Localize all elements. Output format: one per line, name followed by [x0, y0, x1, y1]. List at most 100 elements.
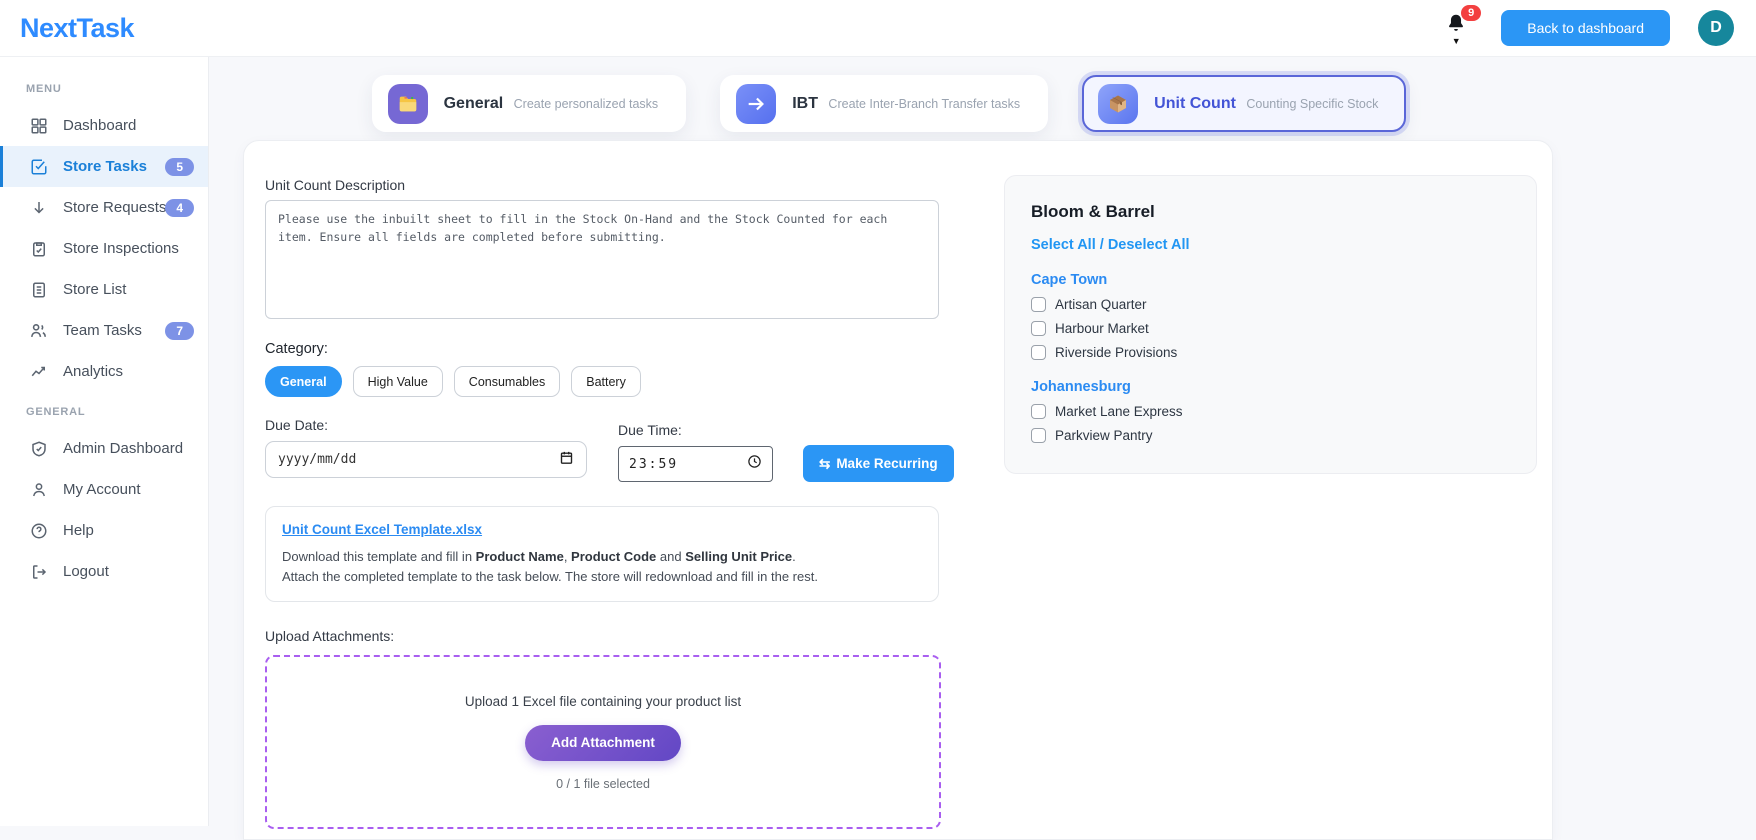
- tab-description: Create Inter-Branch Transfer tasks: [828, 96, 1021, 111]
- arrow-down-icon: [29, 198, 48, 217]
- sidebar-item-store-requests[interactable]: Store Requests 4: [0, 187, 208, 228]
- sidebar-item-dashboard[interactable]: Dashboard: [0, 105, 208, 146]
- due-date-value: yyyy/mm/dd: [278, 452, 357, 467]
- recurring-icon: ⇆: [819, 455, 831, 471]
- template-info-box: Unit Count Excel Template.xlsx Download …: [265, 506, 939, 603]
- category-battery-button[interactable]: Battery: [571, 366, 641, 397]
- store-row-parkview-pantry[interactable]: Parkview Pantry: [1031, 428, 1510, 443]
- upload-instruction: Upload 1 Excel file containing your prod…: [464, 693, 742, 709]
- description-textarea[interactable]: Please use the inbuilt sheet to fill in …: [265, 200, 939, 319]
- calendar-icon[interactable]: [559, 450, 574, 470]
- due-time-value: 23:59: [629, 456, 679, 472]
- sidebar-item-store-list[interactable]: Store List: [0, 269, 208, 310]
- checkbox-unchecked-icon[interactable]: [1031, 321, 1046, 336]
- team-tasks-badge: 7: [165, 321, 194, 340]
- unit-count-form-card: Unit Count Description Please use the in…: [243, 140, 1553, 840]
- category-high-value-button[interactable]: High Value: [352, 366, 443, 397]
- store-name: Market Lane Express: [1055, 404, 1183, 419]
- template-sep2: and: [656, 549, 686, 564]
- sidebar-menu-header: MENU: [26, 83, 62, 95]
- tab-general[interactable]: General Create personalized tasks: [371, 75, 687, 132]
- tab-unit-count[interactable]: Unit Count Counting Specific Stock: [1082, 75, 1407, 132]
- check-square-icon: [29, 157, 48, 176]
- store-requests-badge: 4: [165, 198, 194, 217]
- tab-ibt[interactable]: IBT Create Inter-Branch Transfer tasks: [720, 75, 1049, 132]
- clipboard-icon: [29, 239, 48, 258]
- logout-icon: [29, 562, 48, 581]
- template-bold-product-name: Product Name: [475, 549, 564, 564]
- shield-icon: [29, 439, 48, 458]
- make-recurring-button[interactable]: ⇆ Make Recurring: [803, 445, 954, 482]
- people-icon: [29, 321, 48, 340]
- store-row-market-lane-express[interactable]: Market Lane Express: [1031, 404, 1510, 419]
- sidebar-item-help[interactable]: Help: [0, 510, 208, 551]
- tab-label: General: [443, 94, 504, 112]
- app-logo: NextTask: [20, 12, 135, 43]
- chevron-down-icon: ▼: [1451, 36, 1461, 46]
- category-label: Category:: [265, 341, 328, 357]
- document-icon: [29, 280, 48, 299]
- sidebar: MENU Dashboard Store Tasks 5 Store Reque…: [0, 57, 209, 826]
- store-tasks-badge: 5: [165, 157, 194, 176]
- make-recurring-label: Make Recurring: [836, 456, 938, 471]
- due-time-input[interactable]: 23:59: [618, 446, 773, 482]
- sidebar-item-label: Store Inspections: [63, 240, 179, 257]
- store-row-riverside-provisions[interactable]: Riverside Provisions: [1031, 345, 1510, 360]
- sidebar-item-store-tasks[interactable]: Store Tasks 5: [0, 146, 208, 187]
- store-row-artisan-quarter[interactable]: Artisan Quarter: [1031, 297, 1510, 312]
- store-selector-column: Bloom & Barrel Select All / Deselect All…: [1004, 175, 1537, 839]
- store-row-harbour-market[interactable]: Harbour Market: [1031, 321, 1510, 336]
- checkbox-unchecked-icon[interactable]: [1031, 404, 1046, 419]
- sidebar-item-my-account[interactable]: My Account: [0, 469, 208, 510]
- back-to-dashboard-button[interactable]: Back to dashboard: [1501, 10, 1670, 46]
- sidebar-item-logout[interactable]: Logout: [0, 551, 208, 592]
- template-line2: Attach the completed template to the tas…: [282, 569, 818, 585]
- checkbox-unchecked-icon[interactable]: [1031, 345, 1046, 360]
- folder-icon: [387, 83, 428, 124]
- store-selector-panel: Bloom & Barrel Select All / Deselect All…: [1004, 175, 1537, 474]
- city-johannesburg: Johannesburg: [1031, 379, 1131, 395]
- template-line1-prefix: Download this template and fill in: [282, 549, 476, 564]
- tab-label: Unit Count: [1154, 94, 1236, 112]
- store-name: Harbour Market: [1055, 321, 1149, 336]
- due-date-label: Due Date:: [265, 417, 329, 433]
- due-row: Due Date: yyyy/mm/dd Due Time: 23:59 ⇆ M…: [265, 417, 960, 482]
- due-time-label: Due Time:: [618, 422, 682, 438]
- sidebar-item-admin-dashboard[interactable]: Admin Dashboard: [0, 428, 208, 469]
- tab-description: Counting Specific Stock: [1246, 96, 1379, 111]
- sidebar-item-label: Analytics: [63, 363, 124, 380]
- checkbox-unchecked-icon[interactable]: [1031, 297, 1046, 312]
- clock-icon[interactable]: [747, 454, 762, 474]
- sidebar-general-header: GENERAL: [26, 406, 86, 418]
- due-date-input[interactable]: yyyy/mm/dd: [265, 441, 587, 478]
- category-general-button[interactable]: General: [265, 366, 342, 397]
- sidebar-item-label: Dashboard: [63, 117, 137, 134]
- store-name: Parkview Pantry: [1055, 428, 1153, 443]
- trend-icon: [29, 362, 48, 381]
- arrow-right-icon: [736, 83, 777, 124]
- sidebar-item-label: Store List: [63, 281, 127, 298]
- add-attachment-button[interactable]: Add Attachment: [525, 724, 681, 761]
- template-sep1: ,: [563, 549, 572, 564]
- upload-dropzone[interactable]: Upload 1 Excel file containing your prod…: [265, 655, 941, 830]
- category-consumables-button[interactable]: Consumables: [453, 366, 561, 397]
- template-line1-suffix: .: [792, 549, 796, 564]
- grid-icon: [29, 116, 48, 135]
- select-all-link[interactable]: Select All / Deselect All: [1031, 237, 1510, 253]
- notifications-button[interactable]: ▼ 9: [1439, 5, 1482, 46]
- store-name: Riverside Provisions: [1055, 345, 1178, 360]
- checkbox-unchecked-icon[interactable]: [1031, 428, 1046, 443]
- sidebar-item-label: My Account: [63, 481, 141, 498]
- template-download-link[interactable]: Unit Count Excel Template.xlsx: [282, 522, 482, 537]
- sidebar-item-analytics[interactable]: Analytics: [0, 351, 208, 392]
- company-name: Bloom & Barrel: [1031, 202, 1155, 221]
- top-bar: NextTask ▼ 9 Back to dashboard D: [0, 0, 1756, 57]
- sidebar-item-store-inspections[interactable]: Store Inspections: [0, 228, 208, 269]
- upload-status: 0 / 1 file selected: [556, 776, 650, 791]
- user-avatar[interactable]: D: [1698, 10, 1734, 46]
- person-icon: [29, 480, 48, 499]
- upload-attachments-label: Upload Attachments:: [265, 628, 395, 645]
- notification-badge: 9: [1461, 5, 1482, 21]
- question-icon: [29, 521, 48, 540]
- sidebar-item-team-tasks[interactable]: Team Tasks 7: [0, 310, 208, 351]
